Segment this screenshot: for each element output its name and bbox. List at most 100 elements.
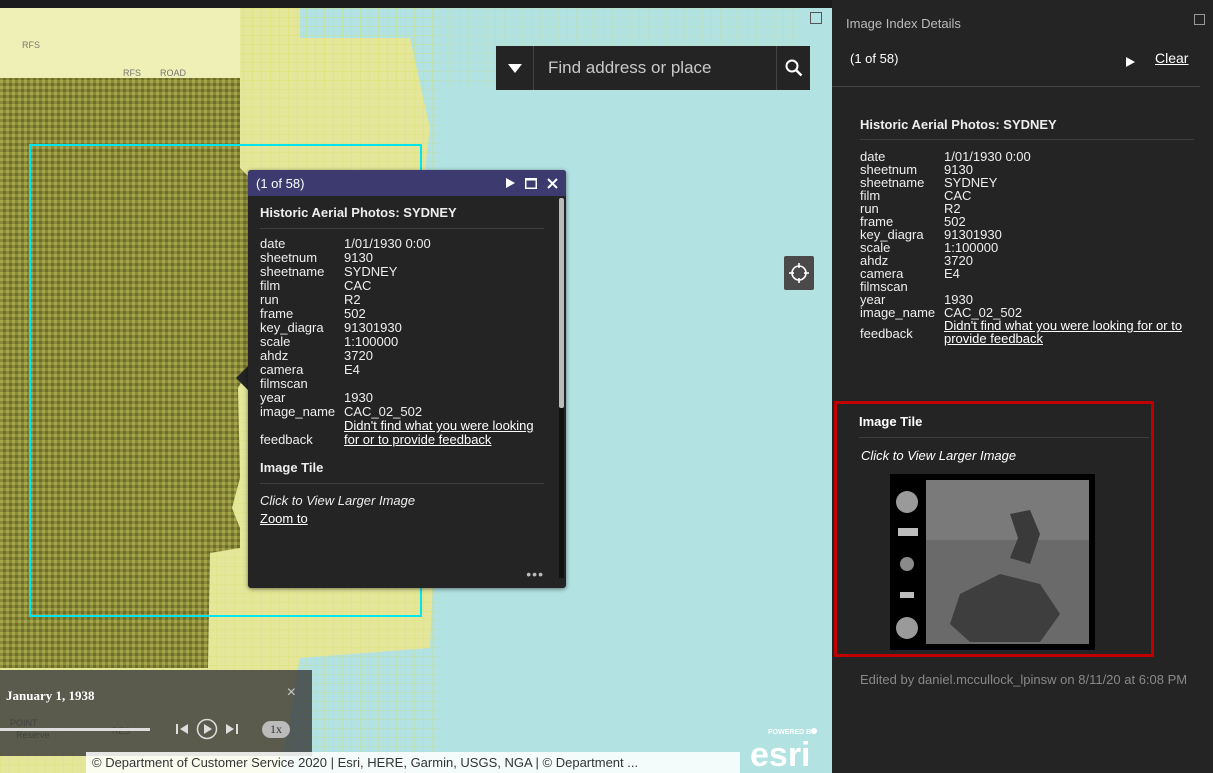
attribute-value (344, 377, 544, 391)
attribute-value: E4 (944, 266, 960, 281)
time-slider-track[interactable] (0, 728, 150, 731)
attribute-value: 9130 (344, 250, 373, 265)
attribute-value: E4 (344, 362, 360, 377)
panel-feature-title: Historic Aerial Photos: SYDNEY (860, 118, 1194, 140)
time-slider-date: January 1, 1938 (6, 688, 95, 703)
attribute-key: scale (260, 334, 291, 349)
attribute-value: 1/01/1930 0:00 (944, 149, 1031, 164)
esri-powered-by: POWERED BY (768, 729, 816, 736)
close-icon (547, 177, 558, 189)
attribute-key: film (260, 278, 281, 293)
maximize-icon (525, 177, 537, 189)
attribute-value: 1:100000 (944, 240, 999, 255)
view-larger-image-link[interactable]: Click to View Larger Image (861, 448, 1016, 463)
popup-count: (1 of 58) (256, 175, 305, 191)
edited-by-text: Edited by daniel.mccullock_lpinsw on 8/1… (860, 672, 1188, 687)
attribute-value: CAC (944, 188, 972, 203)
play-next-icon (1126, 57, 1135, 67)
feature-popup: (1 of 58) Historic Aerial Photos: SYDNEY… (248, 170, 566, 588)
image-index-panel: Image Index Details (1 of 58) Clear Hist… (832, 0, 1213, 773)
panel-title: Image Index Details (846, 16, 961, 31)
popup-body: Historic Aerial Photos: SYDNEY date 1/01/… (248, 196, 556, 588)
svg-text:RFS: RFS (22, 40, 40, 50)
feedback-link[interactable]: Didn't find what you were looking for or… (344, 419, 544, 447)
feedback-link[interactable]: Didn't find what you were looking for or… (944, 319, 1194, 345)
aerial-photo-thumbnail[interactable] (890, 474, 1095, 650)
attribute-key: frame (260, 306, 294, 321)
popup-maximize-button[interactable] (525, 177, 537, 189)
previous-icon[interactable] (176, 722, 190, 736)
attribute-value: 3720 (944, 253, 973, 268)
attribute-value: 1:100000 (344, 334, 399, 349)
esri-logo[interactable]: POWERED BY esri (748, 722, 820, 772)
clear-button[interactable]: Clear (1155, 50, 1188, 66)
attribute-key: run (260, 292, 279, 307)
zoom-to-link[interactable]: Zoom to (260, 512, 544, 526)
popup-pointer (236, 366, 248, 390)
svg-text:ROAD: ROAD (160, 68, 187, 78)
panel-divider (832, 86, 1200, 87)
attribute-value: 91301930 (344, 320, 402, 335)
attribute-key: camera (260, 362, 304, 377)
panel-next-button[interactable] (1126, 54, 1135, 72)
attribute-key: key_diagra (260, 320, 324, 335)
time-slider-close-button[interactable]: × (287, 684, 296, 702)
popup-title: Historic Aerial Photos: SYDNEY (260, 206, 544, 229)
panel-count: (1 of 58) (850, 51, 899, 66)
crosshair-icon (789, 263, 809, 283)
popup-scrollbar[interactable] (559, 198, 564, 578)
svg-text:RFS: RFS (123, 68, 141, 78)
attribute-key: ahdz (260, 348, 289, 363)
attribute-value: CAC_02_502 (344, 404, 423, 419)
search-input[interactable] (534, 46, 776, 90)
attribute-value: SYDNEY (944, 175, 998, 190)
image-tile-heading: Image Tile (260, 461, 544, 484)
popup-header: (1 of 58) (248, 170, 566, 196)
attribute-key: sheetname (260, 264, 325, 279)
attribute-key: date (260, 236, 286, 251)
chevron-down-icon (507, 63, 522, 73)
panel-feedback-row: feedback Didn't find what you were looki… (860, 319, 1194, 345)
popup-attributes: date 1/01/1930 0:00 sheetnum 9130 sheetname S… (260, 237, 544, 419)
time-slider: January 1, 1938 × 1x (0, 670, 312, 756)
search-button[interactable] (776, 46, 810, 90)
more-actions-button[interactable]: ••• (526, 566, 544, 582)
popup-feedback-row: feedback Didn't find what you were looki… (260, 419, 544, 447)
map-maximize-button[interactable] (810, 12, 822, 24)
attribute-value: R2 (344, 292, 361, 307)
attribute-value: SYDNEY (344, 264, 398, 279)
attribute-key: filmscan (260, 376, 308, 391)
esri-brand: esri (750, 736, 811, 772)
attribute-key: image_name (260, 404, 336, 419)
attribute-value: 1930 (344, 390, 373, 405)
attribute-key: sheetnum (260, 250, 318, 265)
search-widget (496, 46, 810, 90)
attribute-value: R2 (944, 201, 961, 216)
locate-button[interactable] (784, 256, 814, 290)
attribute-value: CAC (344, 278, 372, 293)
attribute-value: 3720 (344, 348, 373, 363)
attribute-value: 502 (344, 306, 366, 321)
attribute-value (944, 280, 1194, 293)
attribute-key: image_name (860, 305, 936, 320)
attribute-value: 1/01/1930 0:00 (344, 236, 431, 251)
popup-next-button[interactable] (506, 178, 515, 188)
popup-close-button[interactable] (547, 177, 558, 189)
attribute-key: year (260, 390, 286, 405)
attribution-bar: © Department of Customer Service 2020 | … (86, 752, 740, 773)
play-next-icon (506, 178, 515, 188)
panel-maximize-button[interactable] (1194, 14, 1205, 25)
panel-attributes: date 1/01/1930 0:00 sheetnum 9130 sheetname S… (860, 150, 1194, 319)
search-source-dropdown[interactable] (496, 46, 534, 90)
view-larger-image-link[interactable]: Click to View Larger Image (260, 494, 544, 508)
image-tile-section: Image Tile Click to View Larger Image (834, 401, 1154, 657)
panel-content: Historic Aerial Photos: SYDNEY date 1/01/… (860, 118, 1194, 345)
search-icon (785, 59, 802, 77)
next-icon[interactable] (224, 722, 238, 736)
time-slider-controls: 1x (176, 718, 290, 740)
feedback-label: feedback (860, 326, 913, 341)
image-tile-heading: Image Tile (859, 414, 1149, 438)
play-icon[interactable] (196, 718, 218, 740)
feedback-label: feedback (260, 432, 313, 447)
playback-speed-button[interactable]: 1x (262, 720, 290, 738)
